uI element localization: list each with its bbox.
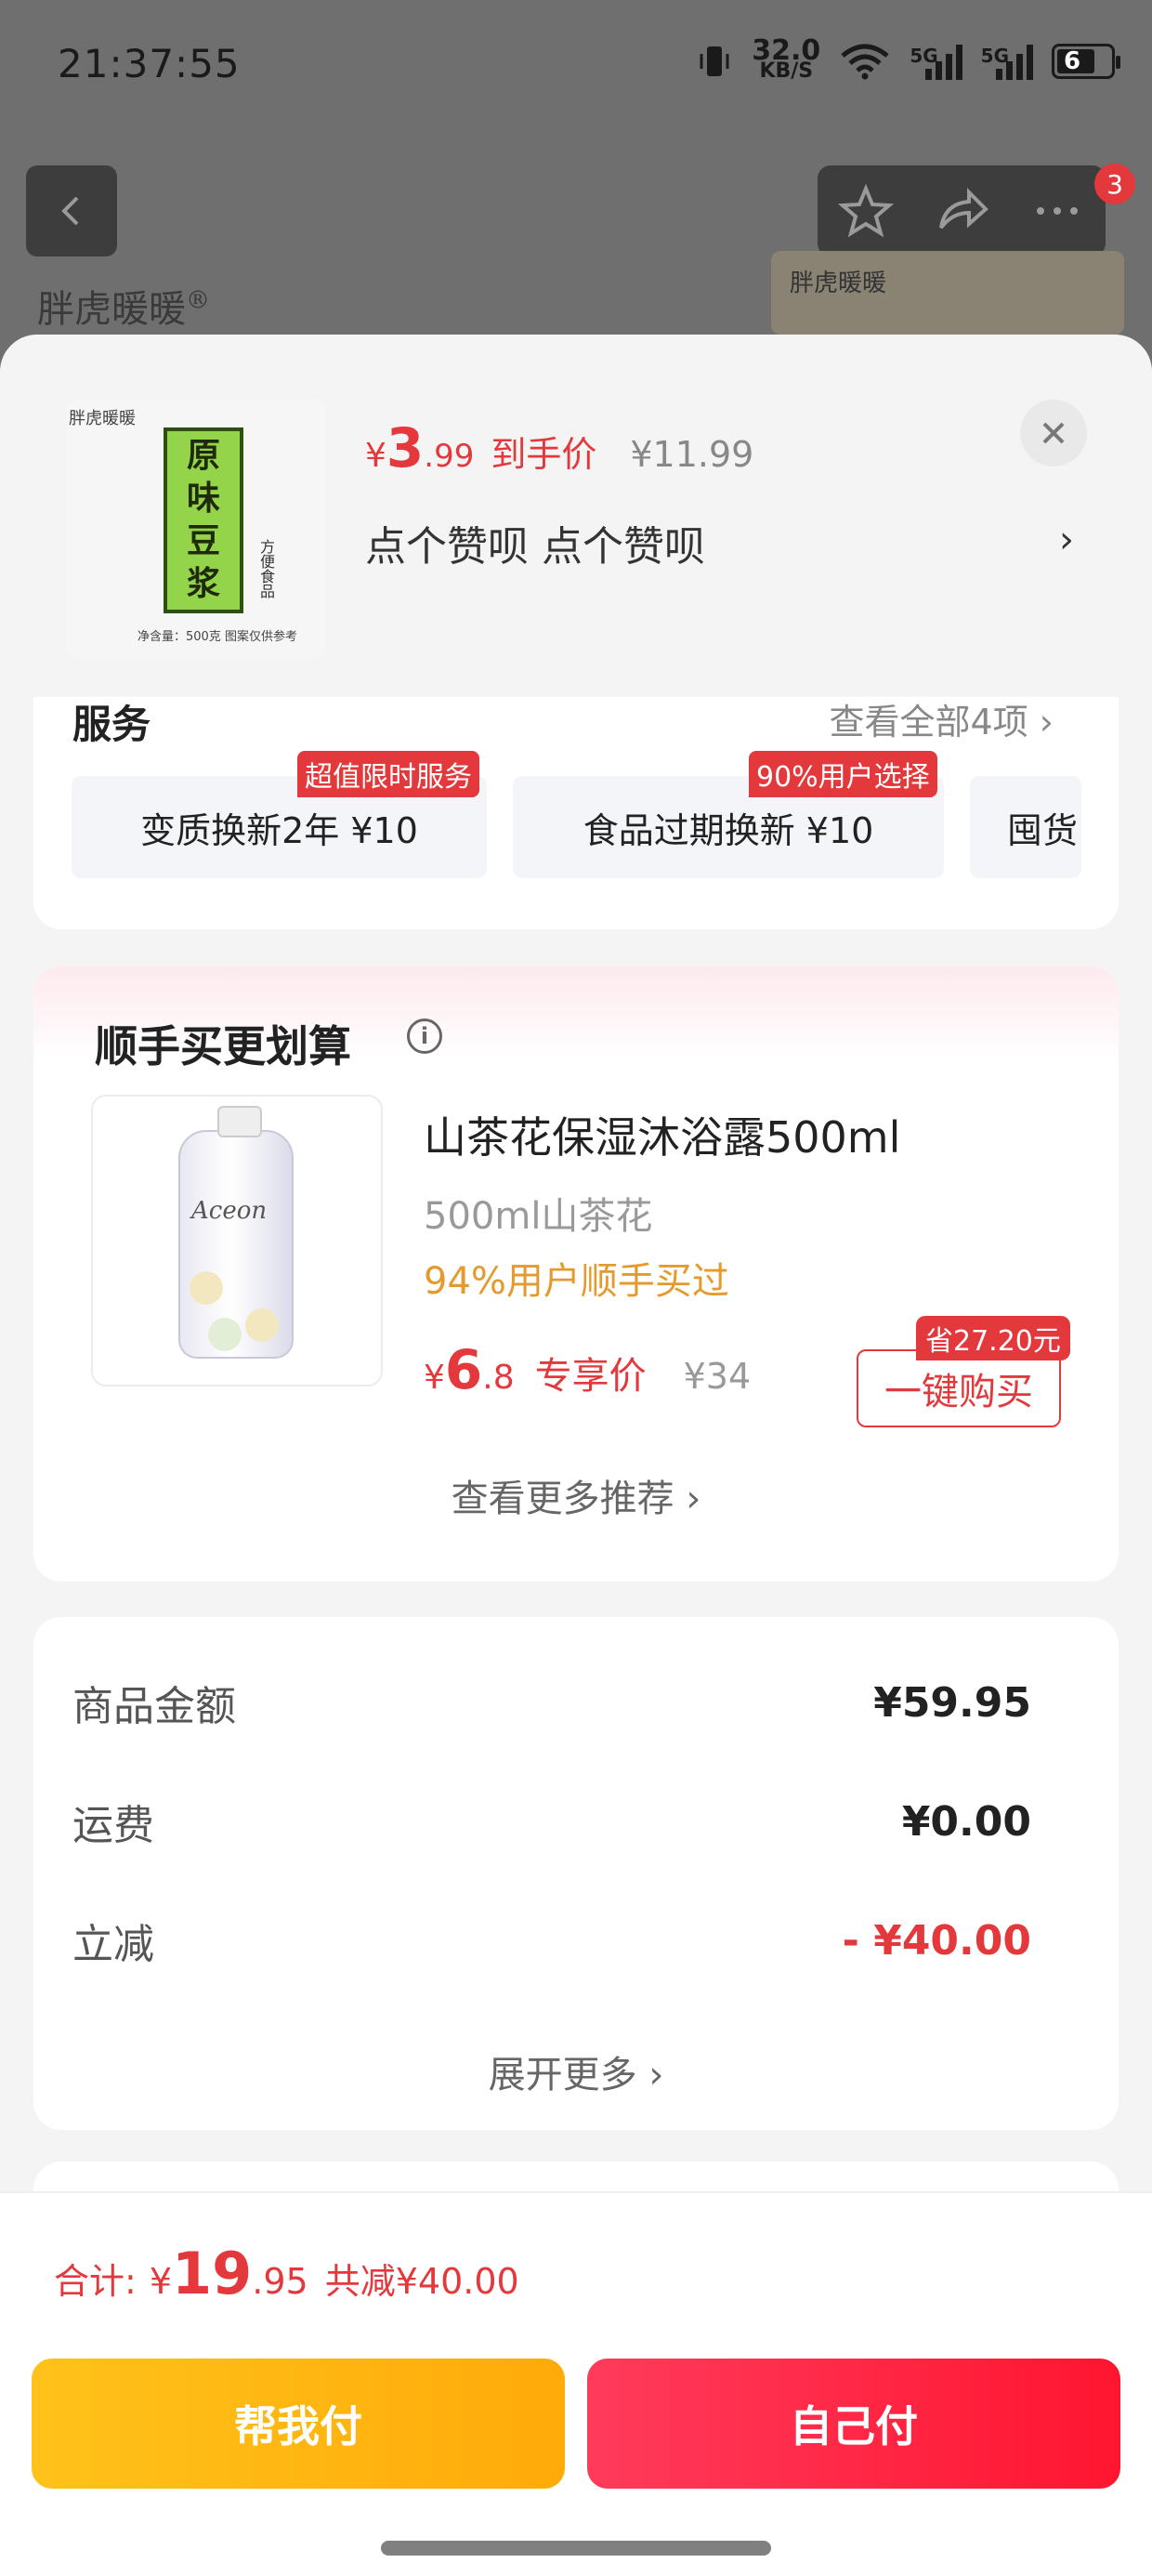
social-proof-text: 94%用户顺手买过 bbox=[424, 1260, 729, 1303]
home-indicator[interactable] bbox=[381, 2541, 771, 2556]
vibrate-icon bbox=[700, 46, 729, 76]
close-icon bbox=[1042, 422, 1065, 444]
more-icon[interactable] bbox=[1029, 183, 1085, 239]
status-icons: 32.0 KB/S 5G 5G 6 bbox=[696, 34, 1120, 83]
recommend-product-image[interactable]: Aceon bbox=[91, 1095, 383, 1387]
service-badge-1: 超值限时服务 bbox=[297, 751, 479, 797]
cart-count-badge: 3 bbox=[1094, 164, 1135, 204]
checkout-sheet: 服务 查看全部4项 › 变质换新2年 ¥10 超值限时服务 食品过期换新 ¥10… bbox=[0, 335, 1152, 2576]
amount-summary-card: 商品金额 ¥59.95 运费 ¥0.00 立减 - ¥40.00 展开更多 › bbox=[33, 1617, 1119, 2130]
background-thumbnail: 胖虎暖暖 bbox=[771, 251, 1124, 335]
page-actions bbox=[818, 165, 1106, 256]
status-time: 21:37:55 bbox=[58, 41, 241, 86]
view-more-recommend[interactable]: 查看更多推荐 › bbox=[33, 1468, 1119, 1522]
checkout-bottom-bar: 合计: ¥ 19 .95 共减¥40.00 帮我付 自己付 bbox=[0, 2191, 1152, 2576]
product-header: 胖虎暖暖 原 味 豆 浆 方便食品 净含量：500克 图案仅供参考 ¥ 3 .9… bbox=[0, 335, 1152, 697]
recommend-original-price: ¥34 bbox=[683, 1356, 752, 1397]
status-bar: 21:37:55 32.0 KB/S 5G 5G 6 bbox=[0, 0, 1152, 139]
service-badge-2: 90%用户选择 bbox=[749, 751, 937, 797]
back-button[interactable] bbox=[26, 165, 117, 256]
one-click-buy-button[interactable]: 一键购买 bbox=[857, 1349, 1061, 1427]
signal-label-2: 5G bbox=[980, 45, 1009, 67]
total-amount: 合计: ¥ 19 .95 共减¥40.00 bbox=[54, 2240, 519, 2307]
help-me-pay-button[interactable]: 帮我付 bbox=[32, 2359, 565, 2489]
star-icon[interactable] bbox=[837, 183, 894, 239]
combo-title: 顺手买更划算 bbox=[95, 1021, 351, 1071]
share-icon[interactable] bbox=[934, 183, 989, 239]
battery-icon: 6 bbox=[1052, 44, 1120, 79]
save-amount-badge: 省27.20元 bbox=[916, 1316, 1070, 1360]
store-brand-logo: 胖虎暖暖® bbox=[37, 286, 210, 331]
recommend-price: ¥ 6 .8 专享价 ¥34 bbox=[424, 1338, 752, 1401]
info-icon[interactable]: i bbox=[407, 1019, 442, 1054]
service-option-3[interactable]: 囤货 bbox=[970, 776, 1081, 878]
product-price: ¥ 3 .99 到手价 ¥11.99 bbox=[365, 416, 754, 480]
expand-more-button[interactable]: 展开更多 › bbox=[33, 2044, 1119, 2098]
close-button[interactable] bbox=[1020, 400, 1087, 467]
back-icon bbox=[61, 196, 79, 226]
recommend-product-name[interactable]: 山茶花保湿沐浴露500ml bbox=[424, 1104, 900, 1165]
selected-spec[interactable]: 点个赞呗 点个赞呗 bbox=[365, 513, 705, 572]
signal-label-1: 5G bbox=[910, 45, 938, 67]
amount-row-shipping: 运费 ¥0.00 bbox=[72, 1797, 1031, 1850]
service-view-all[interactable]: 查看全部4项 › bbox=[830, 693, 1054, 744]
combo-recommend-card: 顺手买更划算 i Aceon 山茶花保湿沐浴露500ml 500ml山茶花 94… bbox=[33, 966, 1119, 1582]
wifi-icon bbox=[841, 44, 889, 80]
chevron-right-icon[interactable]: › bbox=[1059, 519, 1074, 561]
service-title: 服务 bbox=[72, 702, 151, 747]
recommend-product-spec: 500ml山茶花 bbox=[424, 1195, 653, 1238]
net-speed: 32.0 KB/S bbox=[752, 34, 821, 83]
amount-row-goods: 商品金额 ¥59.95 bbox=[72, 1678, 1031, 1731]
amount-row-discount: 立减 - ¥40.00 bbox=[72, 1916, 1031, 1969]
pay-myself-button[interactable]: 自己付 bbox=[587, 2359, 1120, 2489]
product-label: 原 味 豆 浆 bbox=[164, 427, 243, 613]
total-saved: 共减¥40.00 bbox=[324, 2261, 519, 2302]
product-image: 胖虎暖暖 原 味 豆 浆 方便食品 净含量：500克 图案仅供参考 bbox=[67, 400, 325, 658]
original-price: ¥11.99 bbox=[630, 434, 754, 475]
